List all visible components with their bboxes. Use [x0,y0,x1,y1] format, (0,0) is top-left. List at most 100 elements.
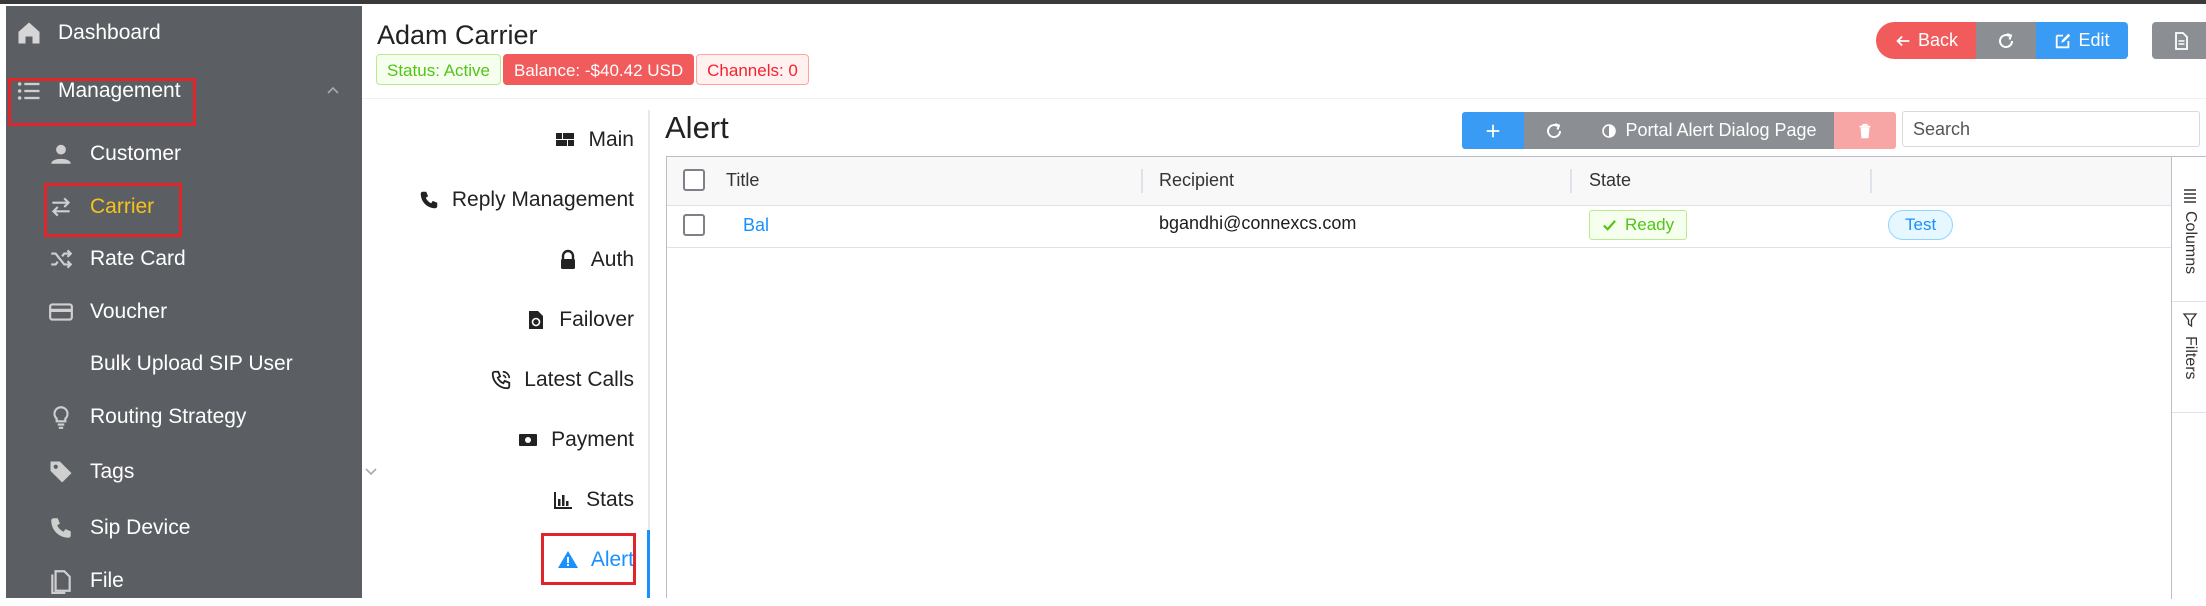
phone-icon [418,189,440,211]
tab-label: Main [588,128,634,151]
phone-icon [46,513,76,543]
grid-header: Title Recipient State [667,157,2171,206]
column-header-recipient[interactable]: Recipient [1159,170,1234,191]
filters-panel-button[interactable]: Filters [2172,302,2206,413]
alert-title-link[interactable]: Bal [743,215,769,236]
check-icon [1603,219,1616,231]
balance-badge: Balance: -$40.42 USD [503,54,695,85]
status-badges: Status: Active Balance: -$40.42 USD Chan… [376,54,809,85]
columns-label: Columns [2182,211,2199,275]
columns-icon [2184,189,2196,203]
recipient-cell: bgandhi@connexcs.com [1159,213,1357,233]
highlight-box [8,78,196,126]
tab-label: Latest Calls [524,368,634,391]
arrow-left-icon [1896,35,1910,46]
edit-icon [2056,33,2071,48]
tab-latest-calls[interactable]: Latest Calls [490,360,634,400]
sidebar-item-sip-device[interactable]: Sip Device [46,503,402,553]
plus-icon [1486,124,1500,137]
column-resize-handle[interactable] [1570,169,1572,193]
document-button[interactable] [2152,22,2206,59]
tag-icon [46,457,76,487]
sidebar-item-file[interactable]: File [46,556,402,606]
tab-label: Reply Management [451,188,634,211]
portal-alert-dialog-button[interactable]: Portal Alert Dialog Page [1584,112,1834,149]
sidebar-item-label: Tags [90,460,135,483]
sidebar-item-dashboard[interactable]: Dashboard [14,8,370,58]
refresh-icon [1999,32,2014,48]
sidebar-item-label: File [90,569,124,592]
table-row[interactable]: Bal bgandhi@connexcs.com Ready Test [667,205,2171,248]
window-top-border [0,0,2206,4]
test-button[interactable]: Test [1888,210,1954,240]
filters-label: Filters [2182,336,2199,380]
chevron-up-icon [327,86,339,94]
back-label: Back [1917,30,1959,50]
sidebar-item-rate-card[interactable]: Rate Card [46,234,402,284]
header-actions: Back Edit [1876,22,2206,59]
select-all-checkbox[interactable] [683,169,705,191]
sidebar-item-label: Customer [90,142,182,165]
search-input[interactable] [1902,111,2200,147]
sidebar-item-label: Rate Card [90,247,186,270]
refresh-button[interactable] [1976,22,2036,59]
column-header-title[interactable]: Title [726,170,759,191]
sidebar-item-label: Dashboard [58,21,161,44]
bar-chart-icon [552,489,574,511]
tab-payment[interactable]: Payment [517,420,634,460]
sidebar-item-label: Bulk Upload SIP User [90,352,293,375]
phone-calls-icon [490,369,512,391]
tab-label: Stats [586,488,634,511]
edit-button[interactable]: Edit [2036,22,2128,59]
sidebar-item-voucher[interactable]: Voucher [46,287,402,337]
section-title: Alert [665,110,729,145]
lock-icon [557,249,579,271]
grid-toolbar: Portal Alert Dialog Page [1462,112,1896,149]
grid-icon [554,129,576,151]
portal-alert-label: Portal Alert Dialog Page [1625,120,1817,140]
edit-label: Edit [2078,30,2110,50]
refresh-grid-button[interactable] [1524,112,1584,149]
home-icon [14,18,44,48]
tab-stats[interactable]: Stats [552,480,634,520]
active-tab-indicator [647,530,650,598]
sidebar-item-tags[interactable]: Tags [46,447,402,497]
add-button[interactable] [1462,112,1524,149]
tab-divider [648,110,650,598]
file-icon [46,566,76,596]
file-sync-icon [525,309,547,331]
contrast-icon [1602,123,1617,138]
tab-reply-management[interactable]: Reply Management [418,180,634,220]
filter-icon [2182,313,2198,328]
tab-failover[interactable]: Failover [525,300,634,340]
tab-nav: Main Reply Management Auth Failover Late… [362,110,650,598]
sidebar-item-label: Voucher [90,300,168,323]
delete-button[interactable] [1834,112,1896,149]
sidebar: Dashboard Management Customer Carrier Ra… [6,6,377,598]
user-icon [46,139,76,169]
tab-label: Auth [590,248,634,271]
column-resize-handle[interactable] [1141,169,1143,193]
state-label: Ready [1625,215,1675,234]
header-divider [362,98,2206,99]
row-checkbox[interactable] [683,214,705,236]
trash-icon [1859,123,1871,138]
column-resize-handle[interactable] [1870,169,1872,193]
channels-badge: Channels: 0 [696,54,809,85]
column-header-state[interactable]: State [1589,170,1631,191]
status-badge: Status: Active [376,54,501,85]
alert-grid: Title Recipient State Bal bgandhi@connex… [666,156,2206,599]
columns-panel-button[interactable]: Columns [2172,179,2206,302]
credit-card-icon [46,297,76,327]
document-icon [2175,31,2188,50]
back-button[interactable]: Back [1876,22,1976,59]
tab-auth[interactable]: Auth [557,240,634,280]
sidebar-item-customer[interactable]: Customer [46,129,402,179]
tab-label: Failover [559,308,634,331]
tab-main[interactable]: Main [554,120,634,160]
sidebar-item-label: Routing Strategy [90,405,247,428]
sidebar-item-routing-strategy[interactable]: Routing Strategy [46,392,402,442]
highlight-box [541,533,636,585]
page-title: Adam Carrier [377,20,538,50]
sidebar-item-label: Sip Device [90,516,191,539]
